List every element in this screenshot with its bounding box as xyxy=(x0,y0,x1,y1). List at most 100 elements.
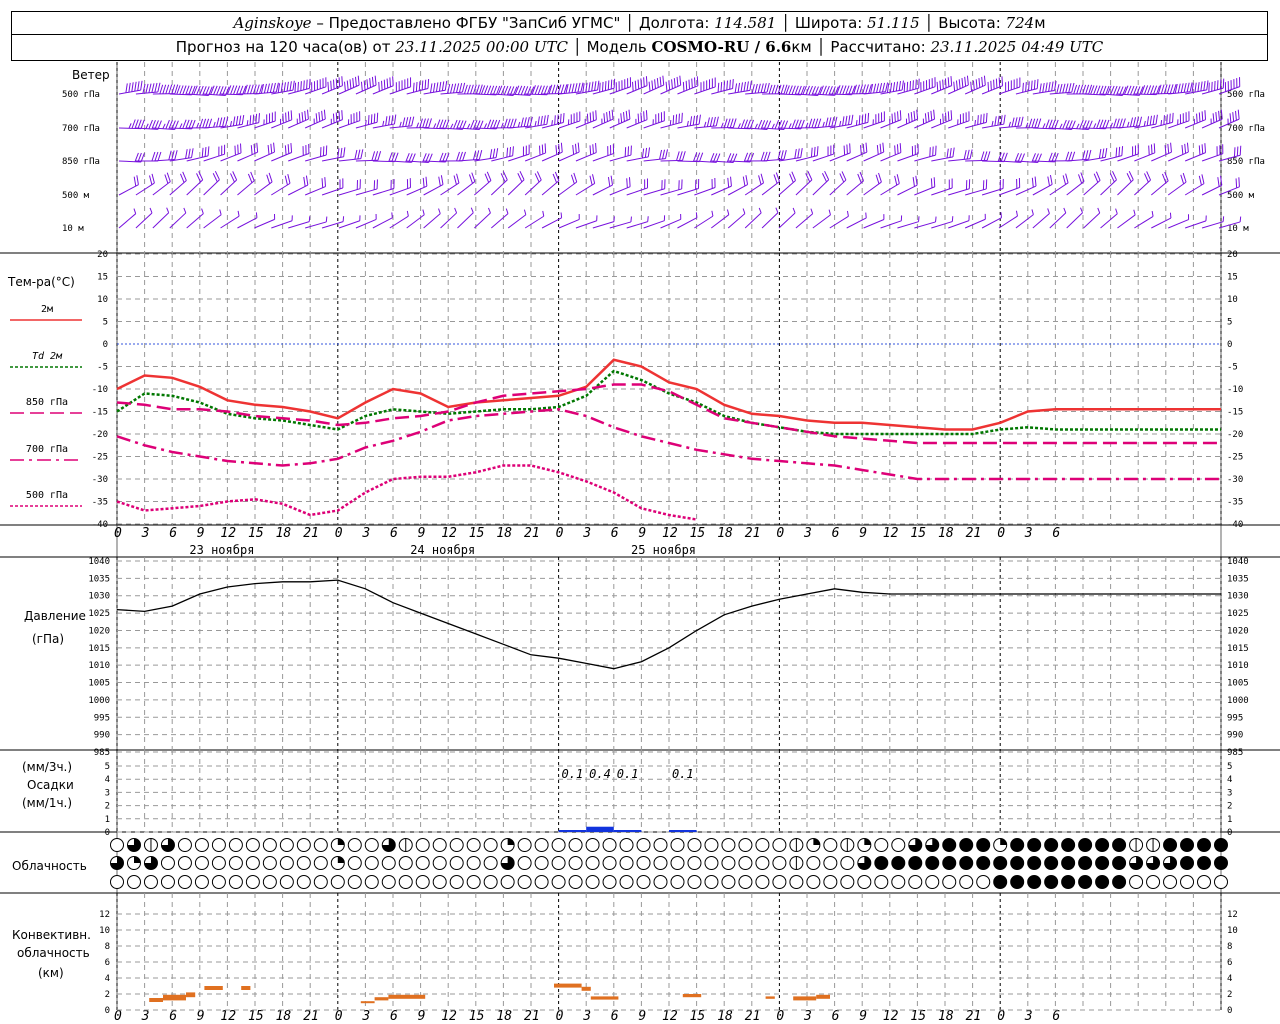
cloud-cover-symbol xyxy=(398,856,413,870)
cloud-cover-symbol xyxy=(1129,838,1144,852)
wind-barb xyxy=(305,145,328,162)
x-tick-label: 0 xyxy=(997,526,1005,541)
wind-barb xyxy=(711,79,734,95)
wind-barb xyxy=(254,82,279,95)
cloud-cover-symbol xyxy=(789,875,804,889)
temp-tick-left: 10 xyxy=(97,295,108,305)
wind-barb xyxy=(609,145,632,162)
conv-cloud-bar xyxy=(816,994,830,999)
temp-tick-left: -10 xyxy=(92,385,108,395)
conv-tick-left: 6 xyxy=(105,958,110,968)
wind-barb xyxy=(1117,170,1134,196)
cloud-cover-symbol xyxy=(1027,856,1042,870)
wind-barb xyxy=(981,114,1006,129)
cloud-cover-symbol xyxy=(432,838,447,852)
cloud-cover-symbol xyxy=(126,838,141,852)
x-tick-label: 21 xyxy=(303,526,319,541)
wind-level-right: 10 м xyxy=(1227,224,1249,234)
wind-barb xyxy=(1201,78,1225,95)
cloud-cover-symbol xyxy=(1010,838,1025,852)
cloud-cover-symbol xyxy=(670,856,685,870)
pressure-tick-left: 1015 xyxy=(88,644,110,654)
wind-barb xyxy=(1066,149,1092,162)
x-tick-label: 9 xyxy=(418,1009,426,1024)
x-tick-label: 12 xyxy=(220,526,236,541)
wind-barb xyxy=(762,149,787,162)
conv-tick-left: 2 xyxy=(105,990,110,1000)
date-label: 25 ноября xyxy=(631,543,696,557)
cloud-cover-symbol xyxy=(806,856,821,870)
cloud-cover-symbol xyxy=(1078,875,1093,889)
temp-legend-label: 2м xyxy=(41,304,53,315)
cloud-cover-symbol xyxy=(789,856,804,870)
wind-barb xyxy=(203,116,229,129)
x-tick-label: 18 xyxy=(496,1009,512,1024)
cloud-cover-symbol xyxy=(874,838,889,852)
wind-barb xyxy=(1015,209,1034,229)
temp-tick-left: 15 xyxy=(97,273,108,283)
temp-tick-left: -15 xyxy=(92,408,108,418)
cloud-cover-symbol xyxy=(925,875,940,889)
temp-tick-right: 10 xyxy=(1227,295,1238,305)
cloud-cover-symbol xyxy=(925,838,940,852)
precip-tick-right: 2 xyxy=(1227,802,1232,812)
cloud-cover-symbol xyxy=(126,856,141,870)
cloud-cover-symbol xyxy=(857,856,872,870)
cloud-cover-symbol xyxy=(1146,875,1161,889)
temp-tick-left: -5 xyxy=(97,363,108,373)
cloud-cover-symbol xyxy=(755,838,770,852)
wind-level-right: 850 гПа xyxy=(1227,157,1265,167)
cloud-cover-symbol xyxy=(262,875,277,889)
cloud-cover-symbol xyxy=(840,838,855,852)
wind-barb xyxy=(812,209,831,229)
cloud-cover-symbol xyxy=(1146,856,1161,870)
temp-tick-right: 5 xyxy=(1227,318,1232,328)
x-tick-label: 18 xyxy=(496,526,512,541)
cloud-cover-symbol xyxy=(687,875,702,889)
conv-tick-right: 6 xyxy=(1227,958,1232,968)
cloud-cover-symbol xyxy=(602,875,617,889)
wind-level-left: 700 гПа xyxy=(62,124,100,134)
x-tick-label: 6 xyxy=(169,526,177,541)
x-tick-label: 12 xyxy=(662,526,678,541)
cloud-cover-symbol xyxy=(1214,838,1228,852)
cloud-cover-symbol xyxy=(1095,875,1110,889)
x-tick-label: 15 xyxy=(910,526,926,541)
cloud-cover-symbol xyxy=(840,875,855,889)
cloud-cover-symbol xyxy=(1112,856,1127,870)
temp-tick-left: -20 xyxy=(92,430,108,440)
wind-barb xyxy=(186,208,204,229)
wind-level-left: 850 гПа xyxy=(62,157,100,167)
cloud-cover-symbol xyxy=(1129,875,1144,889)
x-tick-label: 0 xyxy=(776,526,784,541)
wind-barb xyxy=(1168,111,1190,129)
cloud-cover-symbol xyxy=(415,838,430,852)
x-tick-label: 0 xyxy=(556,1009,564,1024)
x-tick-label: 0 xyxy=(114,1009,122,1024)
cloud-cover-symbol xyxy=(823,838,838,852)
precip-tick-right: 5 xyxy=(1227,762,1232,772)
cloud-cover-symbol xyxy=(1010,856,1025,870)
x-tick-label: 21 xyxy=(966,1009,982,1024)
cloud-cover-symbol xyxy=(1163,856,1178,870)
wind-barb xyxy=(118,80,143,95)
pressure-tick-left: 1030 xyxy=(88,592,110,602)
cloud-cover-symbol xyxy=(245,838,260,852)
wind-barb xyxy=(440,207,458,229)
wind-barb xyxy=(965,112,988,129)
wind-barb xyxy=(643,215,666,229)
cloud-cover-symbol xyxy=(517,856,532,870)
x-tick-label: 3 xyxy=(803,526,812,541)
cloud-cover-symbol xyxy=(755,856,770,870)
temp-tick-right: 20 xyxy=(1227,250,1238,260)
pressure-tick-right: 1035 xyxy=(1227,574,1249,584)
wind-barb xyxy=(508,116,533,129)
temp-tick-right: -15 xyxy=(1227,408,1243,418)
wind-barb xyxy=(1201,175,1223,196)
cloud-cover-symbol xyxy=(466,838,481,852)
wind-barb xyxy=(1100,208,1118,229)
wind-barb xyxy=(626,178,649,196)
cloud-cover-symbol xyxy=(738,838,753,852)
precip-bar xyxy=(669,830,697,832)
cloud-cover-symbol xyxy=(296,875,311,889)
